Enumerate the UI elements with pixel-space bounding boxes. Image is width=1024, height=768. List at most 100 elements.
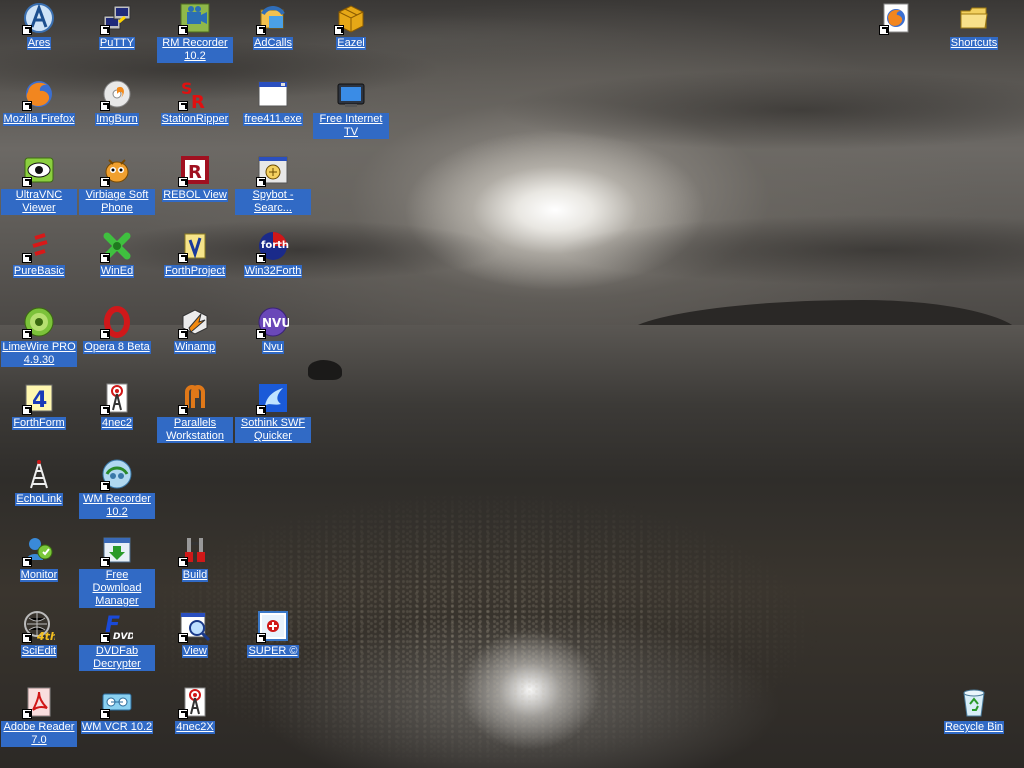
- shortcut-arrow-icon: [256, 177, 266, 187]
- desktop-icon-free-internet-tv[interactable]: Free Internet TV: [313, 77, 389, 149]
- icon-label: UltraVNC Viewer: [1, 189, 77, 215]
- icon-label: ForthForm: [12, 417, 66, 430]
- icon-label: Opera 8 Beta: [83, 341, 151, 354]
- desktop-icon-stationripper[interactable]: SR StationRipper: [157, 77, 233, 149]
- shortcut-arrow-icon: [100, 481, 110, 491]
- desktop-icon-sothink-swf-quicker[interactable]: Sothink SWF Quicker: [235, 381, 311, 453]
- shortcut-arrow-icon: [100, 633, 110, 643]
- recycle-bin-icon: [958, 686, 990, 718]
- shortcut-arrow-icon: [100, 405, 110, 415]
- desktop-icon-4nec2[interactable]: 4nec2: [79, 381, 155, 453]
- desktop-icon-limewire-pro[interactable]: LimeWire PRO 4.9.30: [1, 305, 77, 377]
- shortcut-arrow-icon: [22, 557, 32, 567]
- icon-label: 4nec2: [101, 417, 133, 430]
- desktop-icon-adobe-reader[interactable]: Adobe Reader 7.0: [1, 685, 77, 757]
- nvu-icon: NVU: [256, 306, 289, 339]
- desktop-icon-imgburn[interactable]: ImgBurn: [79, 77, 155, 149]
- icon-label: Win32Forth: [243, 265, 303, 278]
- spybot-icon: [256, 154, 289, 187]
- rebol-icon: R: [178, 154, 211, 187]
- desktop-icon-rm-recorder[interactable]: RM Recorder 10.2: [157, 1, 233, 73]
- softphone-icon: [100, 154, 133, 187]
- icon-label: WM VCR 10.2: [80, 721, 154, 734]
- desktop-icon-sciedit[interactable]: 4th SciEdit: [1, 609, 77, 681]
- shortcut-arrow-icon: [22, 709, 32, 719]
- desktop-icon-wm-recorder[interactable]: WM Recorder 10.2: [79, 457, 155, 529]
- purebasic-icon: [22, 230, 55, 263]
- desktop-icon-4nec2x[interactable]: 4nec2X: [157, 685, 233, 757]
- icon-label: LimeWire PRO 4.9.30: [1, 341, 77, 367]
- desktop-icon-opera[interactable]: Opera 8 Beta: [79, 305, 155, 377]
- ultravnc-icon: [22, 154, 55, 187]
- desktop-icon-nvu[interactable]: NVU Nvu: [235, 305, 311, 377]
- desktop-icon-adcalls[interactable]: AdCalls: [235, 1, 311, 73]
- firefox-icon: [22, 78, 55, 111]
- desktop-icon-echolink[interactable]: EchoLink: [1, 457, 77, 529]
- desktop-icon-wm-vcr[interactable]: WM VCR 10.2: [79, 685, 155, 757]
- icon-label: Free Download Manager: [79, 569, 155, 608]
- shortcut-arrow-icon: [334, 25, 344, 35]
- desktop-icon-free-download-manager[interactable]: Free Download Manager: [79, 533, 155, 608]
- desktop-icon-eazel[interactable]: Eazel: [313, 1, 389, 73]
- desktop-icon-putty[interactable]: PuTTY: [79, 1, 155, 73]
- forthform-icon: 4: [22, 382, 55, 415]
- desktop-icon-rebol-view[interactable]: R REBOL View: [157, 153, 233, 225]
- desktop-icon-wined[interactable]: WinEd: [79, 229, 155, 301]
- desktop-icon-forthproject[interactable]: ForthProject: [157, 229, 233, 301]
- adobe-reader-icon: [22, 686, 55, 719]
- shortcut-arrow-icon: [256, 633, 266, 643]
- desktop-icon-spybot[interactable]: Spybot - Searc...: [235, 153, 311, 225]
- exe-window-icon: [257, 78, 289, 110]
- view-icon: [178, 610, 211, 643]
- limewire-icon: [22, 306, 55, 339]
- shortcut-arrow-icon: [178, 709, 188, 719]
- desktop-icon-winamp[interactable]: Winamp: [157, 305, 233, 377]
- rm-recorder-icon: [178, 2, 211, 35]
- icon-label: Shortcuts: [949, 37, 999, 50]
- icon-label: Sothink SWF Quicker: [235, 417, 311, 443]
- parallels-icon: [178, 382, 211, 415]
- desktop-icon-monitor[interactable]: Monitor: [1, 533, 77, 605]
- dvdfab-icon: F DVD: [100, 610, 133, 643]
- download-manager-icon: [100, 534, 133, 567]
- icon-label: Mozilla Firefox: [2, 113, 76, 126]
- icon-label: Ares: [26, 37, 52, 50]
- icon-label: Virbiage Soft Phone: [79, 189, 155, 215]
- svg-text:4th: 4th: [36, 630, 55, 642]
- winamp-icon: [178, 306, 211, 339]
- desktop-icon-free411[interactable]: free411.exe: [235, 77, 311, 149]
- shortcut-arrow-icon: [22, 405, 32, 415]
- icon-label: Nvu: [262, 341, 284, 354]
- svg-text:R: R: [188, 162, 202, 183]
- shortcut-arrow-icon: [100, 709, 110, 719]
- desktop-icon-purebasic[interactable]: PureBasic: [1, 229, 77, 301]
- desktop-icon-mozilla-firefox[interactable]: Mozilla Firefox: [1, 77, 77, 149]
- desktop-icon-recycle-bin[interactable]: Recycle Bin: [936, 685, 1012, 757]
- shortcut-arrow-icon: [178, 101, 188, 111]
- desktop-icon-ares[interactable]: Ares: [1, 1, 77, 73]
- desktop-icon-super[interactable]: SUPER ©: [235, 609, 311, 681]
- svg-text:DVD: DVD: [113, 632, 133, 642]
- folder-icon: [958, 2, 990, 34]
- icon-label: AdCalls: [253, 37, 293, 50]
- desktop-icon-view[interactable]: View: [157, 609, 233, 681]
- desktop-icon-build[interactable]: Build: [157, 533, 233, 605]
- svg-text:R: R: [191, 92, 205, 110]
- desktop-icon-shortcuts[interactable]: Shortcuts: [936, 1, 1012, 73]
- wallpaper-figure: [308, 360, 342, 380]
- desktop-icon-virbiage-soft-phone[interactable]: Virbiage Soft Phone: [79, 153, 155, 225]
- desktop-icon-ultravnc-viewer[interactable]: UltraVNC Viewer: [1, 153, 77, 225]
- desktop-icon-forthform[interactable]: 4 ForthForm: [1, 381, 77, 453]
- shortcut-arrow-icon: [22, 177, 32, 187]
- shortcut-arrow-icon: [178, 557, 188, 567]
- eazel-icon: [334, 2, 367, 35]
- icon-label: Free Internet TV: [313, 113, 389, 139]
- desktop-icon-firefox-unlabeled[interactable]: [858, 1, 934, 73]
- desktop-icon-dvdfab-decrypter[interactable]: F DVD DVDFab Decrypter: [79, 609, 155, 681]
- icon-label: View: [182, 645, 208, 658]
- desktop-icon-win32forth[interactable]: forth Win32Forth: [235, 229, 311, 301]
- icon-label: ForthProject: [164, 265, 226, 278]
- sciedit-icon: 4th: [22, 610, 55, 643]
- desktop-icon-parallels-workstation[interactable]: Parallels Workstation: [157, 381, 233, 453]
- shortcut-arrow-icon: [22, 253, 32, 263]
